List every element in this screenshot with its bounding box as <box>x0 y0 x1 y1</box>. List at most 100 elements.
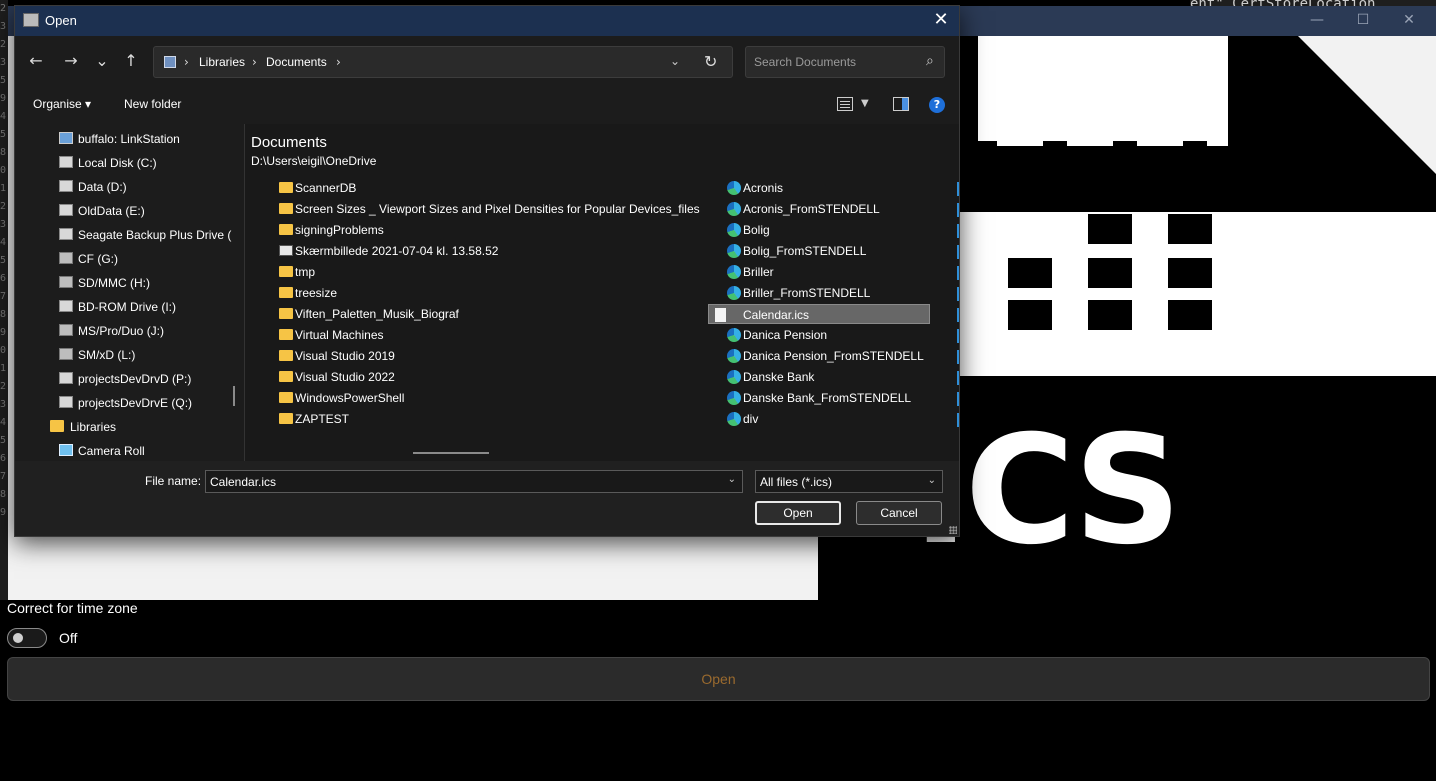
file-item[interactable]: Danske Bank_FromSTENDELL <box>723 388 943 408</box>
file-name-dropdown-icon[interactable]: ⌄ <box>728 474 736 485</box>
breadcrumb-documents[interactable]: Documents <box>266 55 327 69</box>
file-item[interactable]: div <box>723 409 943 429</box>
nav-item[interactable]: buffalo: LinkStation <box>15 127 243 151</box>
file-item-name: Danske Bank <box>743 370 815 384</box>
code-line-number: 6 <box>0 273 7 284</box>
chevron-right-icon[interactable]: › <box>336 55 341 69</box>
back-arrow-icon[interactable]: ← <box>23 48 49 74</box>
time-zone-label: Correct for time zone <box>7 600 138 616</box>
file-item[interactable]: Skærmbillede 2021-07-04 kl. 13.58.52 <box>275 241 715 261</box>
dialog-close-button[interactable]: ✕ <box>923 6 959 36</box>
recent-locations-icon[interactable]: ⌄ <box>89 48 115 74</box>
card-drive-icon <box>59 276 73 288</box>
card-drive-icon <box>59 324 73 336</box>
this-pc-icon <box>164 56 176 68</box>
drive-icon <box>59 396 73 408</box>
view-options-icon[interactable] <box>837 97 853 111</box>
file-item[interactable]: ZAPTEST <box>275 409 715 429</box>
preview-pane-icon[interactable] <box>893 97 909 111</box>
command-toolbar: Organise ▾ New folder ▼ ? <box>15 86 959 124</box>
nav-item[interactable]: CF (G:) <box>15 247 243 271</box>
time-zone-toggle[interactable] <box>7 628 47 648</box>
host-open-button[interactable]: Open <box>7 657 1430 701</box>
nav-item[interactable]: BD-ROM Drive (I:) <box>15 295 243 319</box>
up-arrow-icon[interactable]: ↑ <box>118 48 144 74</box>
close-icon[interactable]: ✕ <box>1386 6 1432 36</box>
file-item-selected[interactable]: Calendar.ics <box>708 304 930 324</box>
resize-grip-icon[interactable] <box>949 526 957 534</box>
file-item-name: Bolig_FromSTENDELL <box>743 244 867 258</box>
nav-item-label: projectsDevDrvD (P:) <box>78 372 192 386</box>
file-item[interactable]: Visual Studio 2019 <box>275 346 715 366</box>
code-line-number: 5 <box>0 435 7 446</box>
file-item[interactable]: Visual Studio 2022 <box>275 367 715 387</box>
nav-pane-scrollbar[interactable] <box>233 386 235 406</box>
card-drive-icon <box>59 252 73 264</box>
refresh-icon[interactable]: ↻ <box>704 52 717 71</box>
file-item[interactable]: Danica Pension <box>723 325 943 345</box>
edge-shortcut-icon <box>727 349 741 363</box>
next-column-icon <box>957 224 959 238</box>
file-name-input[interactable] <box>210 474 710 490</box>
nav-item[interactable]: projectsDevDrvE (Q:) <box>15 391 243 415</box>
folder-icon <box>279 287 293 298</box>
code-line-number: 7 <box>0 291 7 302</box>
file-item[interactable]: WindowsPowerShell <box>275 388 715 408</box>
next-column-icon <box>957 413 959 427</box>
file-item-name: ScannerDB <box>295 181 357 195</box>
file-item[interactable]: Screen Sizes _ Viewport Sizes and Pixel … <box>275 199 715 219</box>
nav-item-label: projectsDevDrvE (Q:) <box>78 396 193 410</box>
search-icon[interactable]: ⌕ <box>926 53 934 69</box>
file-item[interactable]: treesize <box>275 283 715 303</box>
nav-item[interactable]: projectsDevDrvD (P:) <box>15 367 243 391</box>
file-item[interactable]: tmp <box>275 262 715 282</box>
code-line-number: 4 <box>0 111 7 122</box>
new-folder-button[interactable]: New folder <box>124 97 181 111</box>
file-item[interactable]: ScannerDB <box>275 178 715 198</box>
address-bar[interactable]: › Libraries › Documents › ⌄ ↻ <box>153 46 733 78</box>
nav-item[interactable]: MS/Pro/Duo (J:) <box>15 319 243 343</box>
file-item[interactable]: Bolig <box>723 220 943 240</box>
search-box: ⌕ <box>745 46 945 78</box>
view-dropdown-icon[interactable]: ▼ <box>861 98 869 109</box>
address-history-dropdown-icon[interactable]: ⌄ <box>670 54 680 68</box>
nav-item[interactable]: OldData (E:) <box>15 199 243 223</box>
code-line-number: 5 <box>0 255 7 266</box>
nav-item[interactable]: Data (D:) <box>15 175 243 199</box>
folder-icon <box>50 420 64 432</box>
breadcrumb-libraries[interactable]: Libraries <box>199 55 245 69</box>
nav-item[interactable]: SD/MMC (H:) <box>15 271 243 295</box>
maximize-icon[interactable]: ☐ <box>1340 6 1386 36</box>
file-item[interactable]: Acronis_FromSTENDELL <box>723 199 943 219</box>
organise-button[interactable]: Organise ▾ <box>33 97 91 111</box>
search-input[interactable] <box>754 54 919 70</box>
code-line-number: 1 <box>0 183 7 194</box>
nav-item[interactable]: Camera Roll <box>15 439 243 461</box>
open-button[interactable]: Open <box>755 501 841 525</box>
forward-arrow-icon[interactable]: → <box>58 48 84 74</box>
file-item-name: Viften_Paletten_Musik_Biograf <box>295 307 459 321</box>
nav-item[interactable]: Libraries <box>15 415 243 439</box>
file-item[interactable]: signingProblems <box>275 220 715 240</box>
file-item[interactable]: Viften_Paletten_Musik_Biograf <box>275 304 715 324</box>
file-item[interactable]: Virtual Machines <box>275 325 715 345</box>
nav-item[interactable]: Local Disk (C:) <box>15 151 243 175</box>
file-item[interactable]: Danica Pension_FromSTENDELL <box>723 346 943 366</box>
folder-icon <box>279 308 293 319</box>
file-item[interactable]: Briller <box>723 262 943 282</box>
nav-item[interactable]: SM/xD (L:) <box>15 343 243 367</box>
file-item[interactable]: Briller_FromSTENDELL <box>723 283 943 303</box>
nav-item[interactable]: Seagate Backup Plus Drive ( <box>15 223 243 247</box>
minimize-icon[interactable]: — <box>1294 6 1340 36</box>
file-item-name: ZAPTEST <box>295 412 350 426</box>
cancel-button[interactable]: Cancel <box>856 501 942 525</box>
file-item[interactable]: Bolig_FromSTENDELL <box>723 241 943 261</box>
file-type-select[interactable]: All files (*.ics) ⌄ <box>755 470 943 493</box>
file-list-horizontal-scrollbar[interactable] <box>413 452 489 454</box>
file-item-name: Danica Pension_FromSTENDELL <box>743 349 924 363</box>
local-disk-icon <box>59 156 73 168</box>
file-item-name: Danica Pension <box>743 328 828 342</box>
help-icon[interactable]: ? <box>929 97 945 113</box>
file-item[interactable]: Acronis <box>723 178 943 198</box>
file-item[interactable]: Danske Bank <box>723 367 943 387</box>
